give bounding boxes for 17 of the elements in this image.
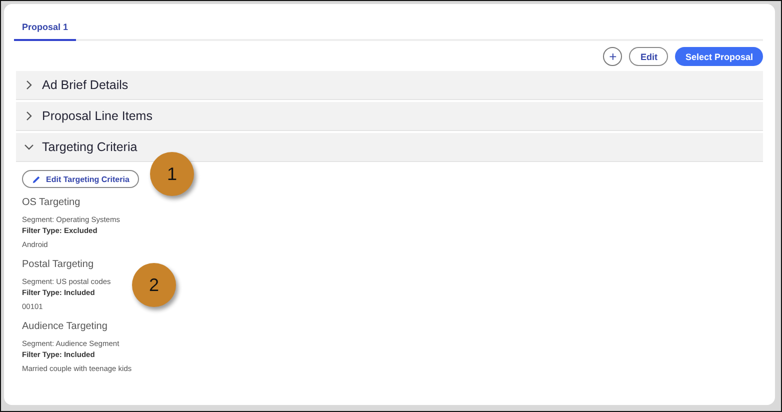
section-title: Targeting Criteria xyxy=(42,140,138,154)
section-header[interactable]: Targeting Criteria xyxy=(16,133,763,162)
select-proposal-button[interactable]: Select Proposal xyxy=(675,47,763,66)
callout-badge: 2 xyxy=(132,263,176,307)
group-title: OS Targeting xyxy=(22,197,80,208)
add-button[interactable]: + xyxy=(603,47,622,66)
callout-badge: 1 xyxy=(150,152,194,196)
edit-targeting-button[interactable]: Edit Targeting Criteria xyxy=(22,170,140,188)
section-header[interactable]: Ad Brief Details xyxy=(16,71,763,100)
group-title: Audience Targeting xyxy=(22,321,108,332)
pencil-icon xyxy=(32,174,41,184)
group-title: Postal Targeting xyxy=(22,259,94,270)
tab[interactable]: Proposal 1 xyxy=(14,18,76,41)
edit-button[interactable]: Edit xyxy=(629,47,668,66)
section-header[interactable]: Proposal Line Items xyxy=(16,102,763,131)
section-title: Ad Brief Details xyxy=(42,78,128,92)
section-title: Proposal Line Items xyxy=(42,109,152,123)
